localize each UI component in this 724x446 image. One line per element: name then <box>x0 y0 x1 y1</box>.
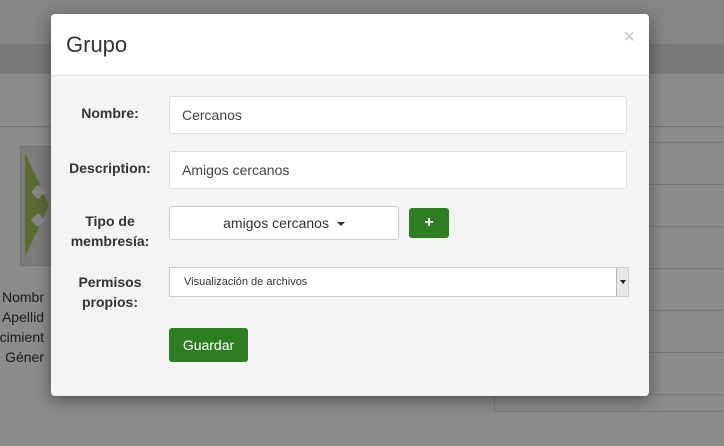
description-input[interactable]: Amigos cercanos <box>169 151 627 189</box>
save-button[interactable]: Guardar <box>169 328 248 362</box>
membership-type-label-line1: Tipo de <box>85 213 135 229</box>
permissions-select[interactable]: Visualización de archivos <box>169 267 629 297</box>
add-membership-button[interactable]: + <box>409 208 449 238</box>
membership-type-dropdown[interactable]: amigos cercanos <box>169 206 399 240</box>
permissions-label-line2: propios: <box>82 294 138 310</box>
name-label: Nombre: <box>81 105 139 121</box>
membership-type-label: Tipo de membresía: <box>57 211 163 251</box>
caret-down-icon <box>336 222 345 227</box>
plus-icon: + <box>424 214 434 231</box>
permissions-label: Permisos propios: <box>57 272 163 312</box>
select-arrow-icon[interactable] <box>616 268 628 296</box>
group-modal: Grupo × Nombre: Cercanos Description: Am… <box>51 14 649 396</box>
membership-type-selected: amigos cercanos <box>223 215 329 231</box>
permissions-label-line1: Permisos <box>78 274 142 290</box>
permissions-selected: Visualización de archivos <box>184 276 308 288</box>
name-input[interactable]: Cercanos <box>169 96 627 134</box>
close-icon[interactable]: × <box>623 26 635 49</box>
membership-type-label-line2: membresía: <box>70 233 150 249</box>
description-label: Description: <box>69 160 151 176</box>
modal-header: Grupo × <box>51 14 649 76</box>
modal-title: Grupo <box>66 32 128 57</box>
